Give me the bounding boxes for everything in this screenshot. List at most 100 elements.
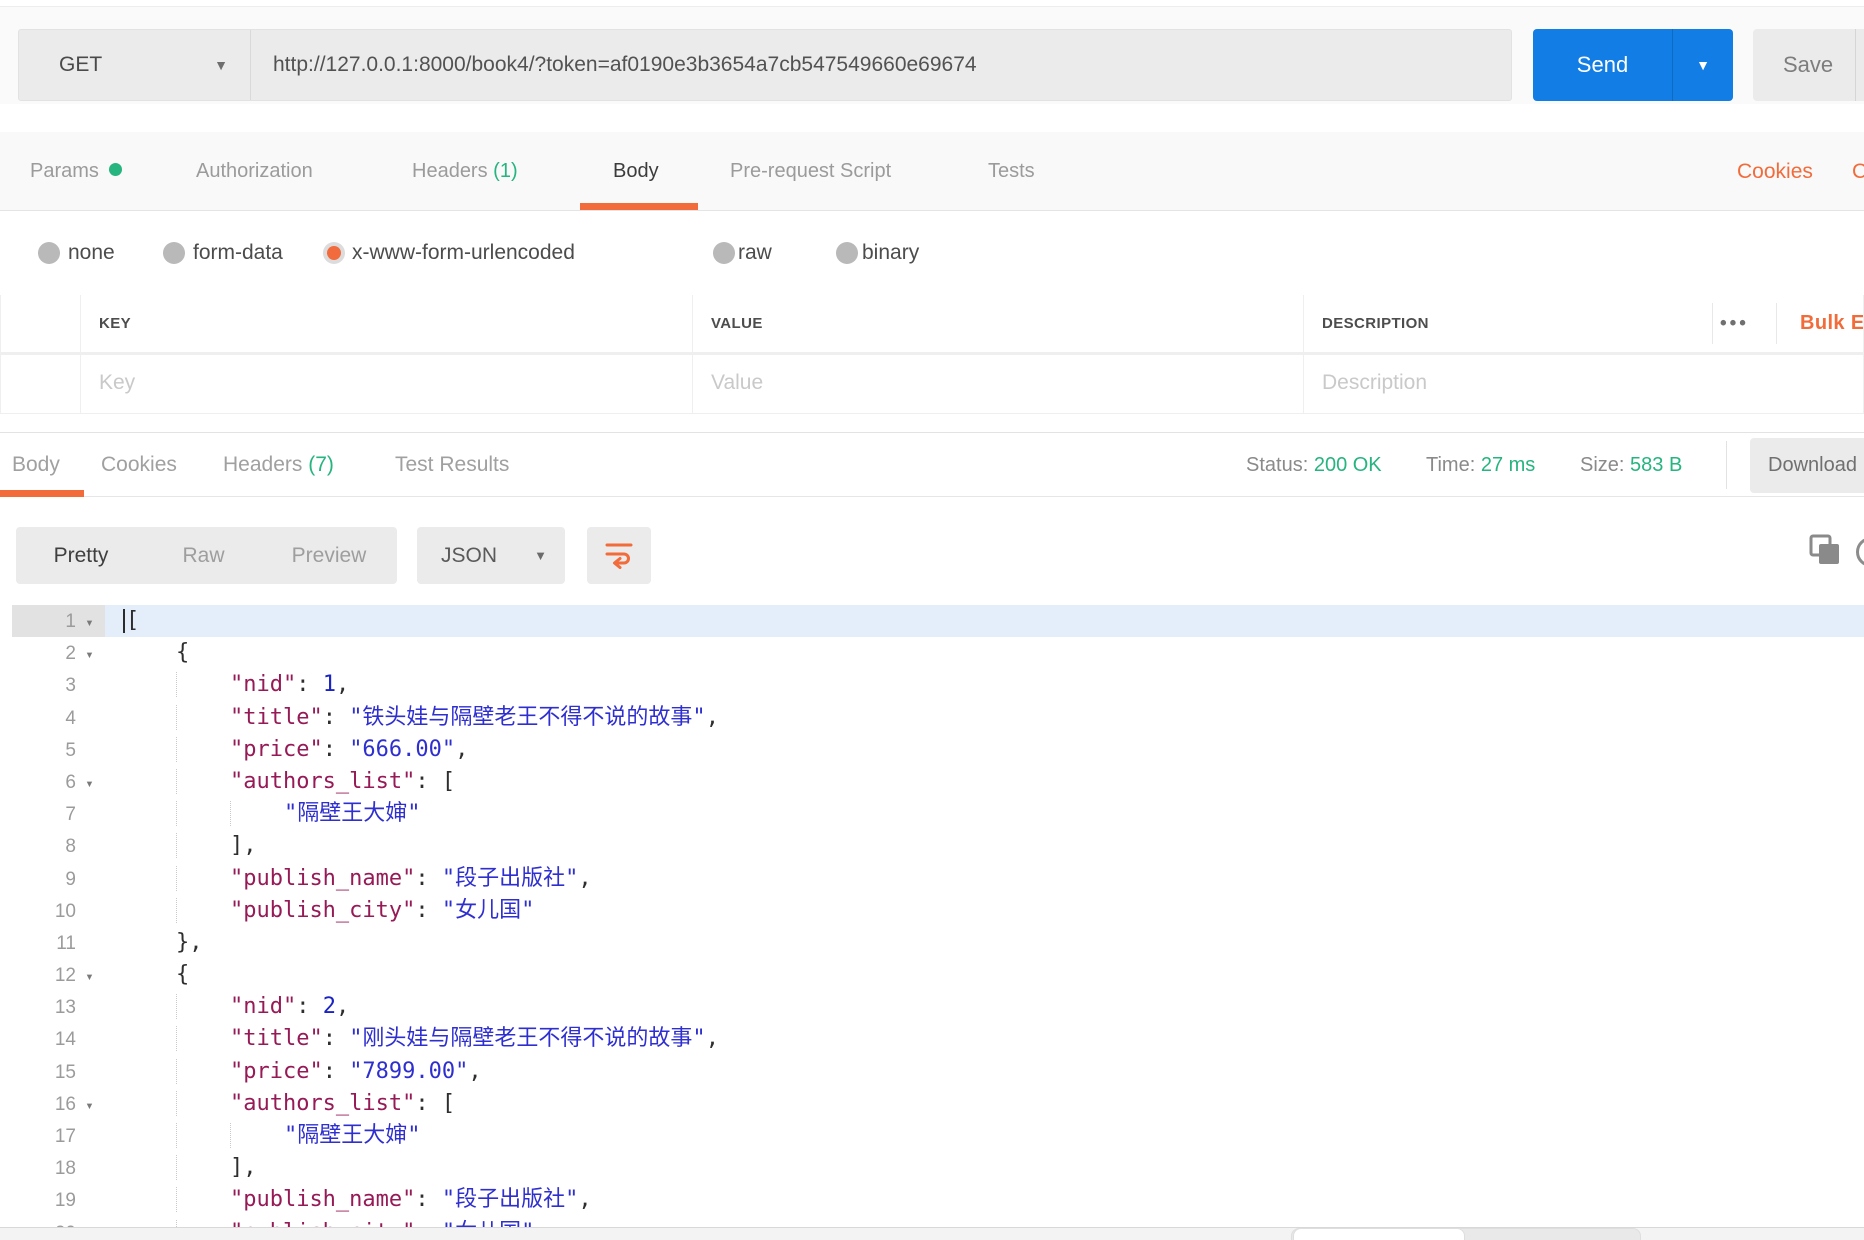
response-tab-headers[interactable]: Headers (7) (223, 433, 334, 497)
indent-guide (175, 736, 230, 762)
line-number: 2 (65, 643, 76, 665)
json-token: : (322, 704, 350, 730)
time-label: Time: (1426, 454, 1476, 476)
code-line-content: "title": "铁头娃与隔壁老王不得不说的故事", (105, 702, 1864, 734)
url-input[interactable]: http://127.0.0.1:8000/book4/?token=af019… (251, 30, 1511, 100)
description-header-label: DESCRIPTION (1322, 315, 1429, 332)
value-column-header: VALUE (693, 295, 1303, 352)
code-line: 2 ▾ { (0, 637, 1864, 669)
code-lines: 1 ▾[2 ▾ {3 "nid": 1, 4 "title": "铁头娃与隔壁老王不得… (0, 605, 1864, 1227)
json-token: "隔壁王大婶" (283, 1123, 421, 1148)
line-number: 19 (54, 1190, 76, 1212)
format-select[interactable]: JSON ▼ (417, 527, 565, 584)
urlencoded-table: KEY VALUE DESCRIPTION ••• Bulk Edit Key … (0, 295, 1864, 414)
send-button[interactable]: Send ▼ (1533, 29, 1733, 101)
code-line: 20 "publish_city": "女儿国" (0, 1217, 1864, 1227)
key-input[interactable]: Key (81, 355, 692, 413)
bottom-toast-primary[interactable] (1293, 1228, 1465, 1240)
json-token: "隔壁王大婶" (283, 801, 421, 827)
send-button-label[interactable]: Send (1533, 29, 1672, 101)
radio-icon[interactable] (836, 242, 858, 264)
cookies-link[interactable]: Cookies (1737, 132, 1813, 211)
bulk-edit-link[interactable]: Bulk Edit (1800, 295, 1863, 352)
line-number: 4 (65, 707, 76, 729)
fold-arrow-icon[interactable]: ▾ (76, 639, 103, 671)
more-options-icon[interactable]: ••• (1720, 295, 1749, 352)
tab-tests[interactable]: Tests (988, 132, 1035, 211)
json-token: "段子出版社" (441, 1187, 579, 1213)
view-mode-preview[interactable]: Preview (261, 527, 397, 584)
json-token: "publish_city" (230, 1220, 415, 1227)
radio-icon[interactable] (713, 242, 735, 264)
fold-arrow-icon[interactable]: ▾ (76, 1090, 103, 1122)
line-number: 13 (54, 997, 76, 1019)
line-gutter: 20 (12, 1217, 105, 1227)
method-select[interactable]: GET ▼ (19, 30, 251, 100)
value-input[interactable]: Value (693, 355, 1303, 413)
code-line: 19 "publish_name": "段子出版社", (0, 1184, 1864, 1216)
code-link[interactable]: Code (1852, 132, 1864, 211)
line-number: 14 (54, 1029, 76, 1051)
fold-arrow-icon[interactable]: ▾ (76, 961, 103, 993)
url-box: GET ▼ http://127.0.0.1:8000/book4/?token… (18, 29, 1512, 101)
wrap-text-button[interactable] (587, 527, 651, 584)
indent-guide (175, 994, 230, 1020)
view-mode-raw[interactable]: Raw (146, 527, 261, 584)
json-token: , (578, 865, 592, 891)
response-bar: Body Cookies Headers (7) Test Results St… (0, 432, 1864, 497)
tab-headers[interactable]: Headers (1) (412, 132, 518, 211)
view-mode-group: Pretty Raw Preview (16, 527, 397, 584)
radio-icon[interactable] (163, 242, 185, 264)
search-icon[interactable] (1856, 537, 1864, 567)
description-input[interactable]: Description (1304, 355, 1863, 413)
tab-authorization[interactable]: Authorization (196, 132, 313, 211)
fold-arrow-icon[interactable]: ▾ (76, 768, 103, 800)
copy-button[interactable] (1808, 533, 1844, 569)
tab-params[interactable]: Params (30, 132, 122, 211)
line-gutter: 1 ▾ (12, 605, 105, 639)
line-number: 16 (54, 1093, 76, 1115)
indent-guide (175, 865, 230, 891)
row-handle-cell (1, 355, 80, 413)
line-gutter: 7 (12, 798, 105, 830)
line-gutter: 16 ▾ (12, 1088, 105, 1120)
json-token: "铁头娃与隔壁老王不得不说的故事" (349, 704, 706, 730)
indent-guide (175, 1187, 230, 1213)
radio-icon[interactable] (38, 242, 60, 264)
save-button[interactable]: Save (1753, 29, 1864, 101)
send-dropdown-caret[interactable]: ▼ (1672, 29, 1733, 101)
json-token: : (415, 1220, 442, 1227)
fold-arrow-icon[interactable]: ▾ (76, 607, 103, 639)
response-tab-body[interactable]: Body (12, 433, 60, 497)
response-tab-test-results[interactable]: Test Results (395, 433, 509, 497)
radio-selected-icon[interactable] (323, 242, 345, 264)
wrap-text-icon (605, 543, 633, 569)
chevron-down-icon: ▼ (214, 57, 228, 73)
line-number: 12 (54, 965, 76, 987)
code-line: 11 }, (0, 927, 1864, 959)
code-line-content: "publish_name": "段子出版社", (105, 1184, 1864, 1216)
tab-body[interactable]: Body (613, 132, 659, 211)
code-line-content: "publish_name": "段子出版社", (105, 863, 1864, 895)
download-button[interactable]: Download (1750, 438, 1864, 493)
indent-guide (175, 1090, 230, 1116)
response-body-editor[interactable]: 1 ▾[2 ▾ {3 "nid": 1, 4 "title": "铁头娃与隔壁老王不得… (0, 605, 1864, 1227)
view-mode-pretty[interactable]: Pretty (16, 527, 146, 584)
code-line-content: ], (105, 1152, 1864, 1184)
line-gutter: 18 (12, 1152, 105, 1184)
line-gutter: 15 (12, 1056, 105, 1088)
line-gutter: 10 (12, 895, 105, 927)
indent-guide (229, 801, 284, 827)
row-handle-header-cell (1, 295, 80, 352)
json-token: [ (126, 608, 140, 633)
code-line-content: ], (105, 830, 1864, 862)
line-number: 15 (54, 1061, 76, 1083)
line-number: 1 (65, 611, 76, 632)
tab-pre-request-script[interactable]: Pre-request Script (730, 132, 891, 211)
code-line-content: "authors_list": [ (105, 766, 1864, 798)
response-tab-cookies[interactable]: Cookies (101, 433, 177, 497)
headers-count: (1) (493, 160, 518, 182)
request-tabs: Params Authorization Headers (1) Body Pr… (0, 132, 1864, 211)
json-token: : (296, 672, 323, 698)
json-token: "666.00" (349, 736, 456, 762)
